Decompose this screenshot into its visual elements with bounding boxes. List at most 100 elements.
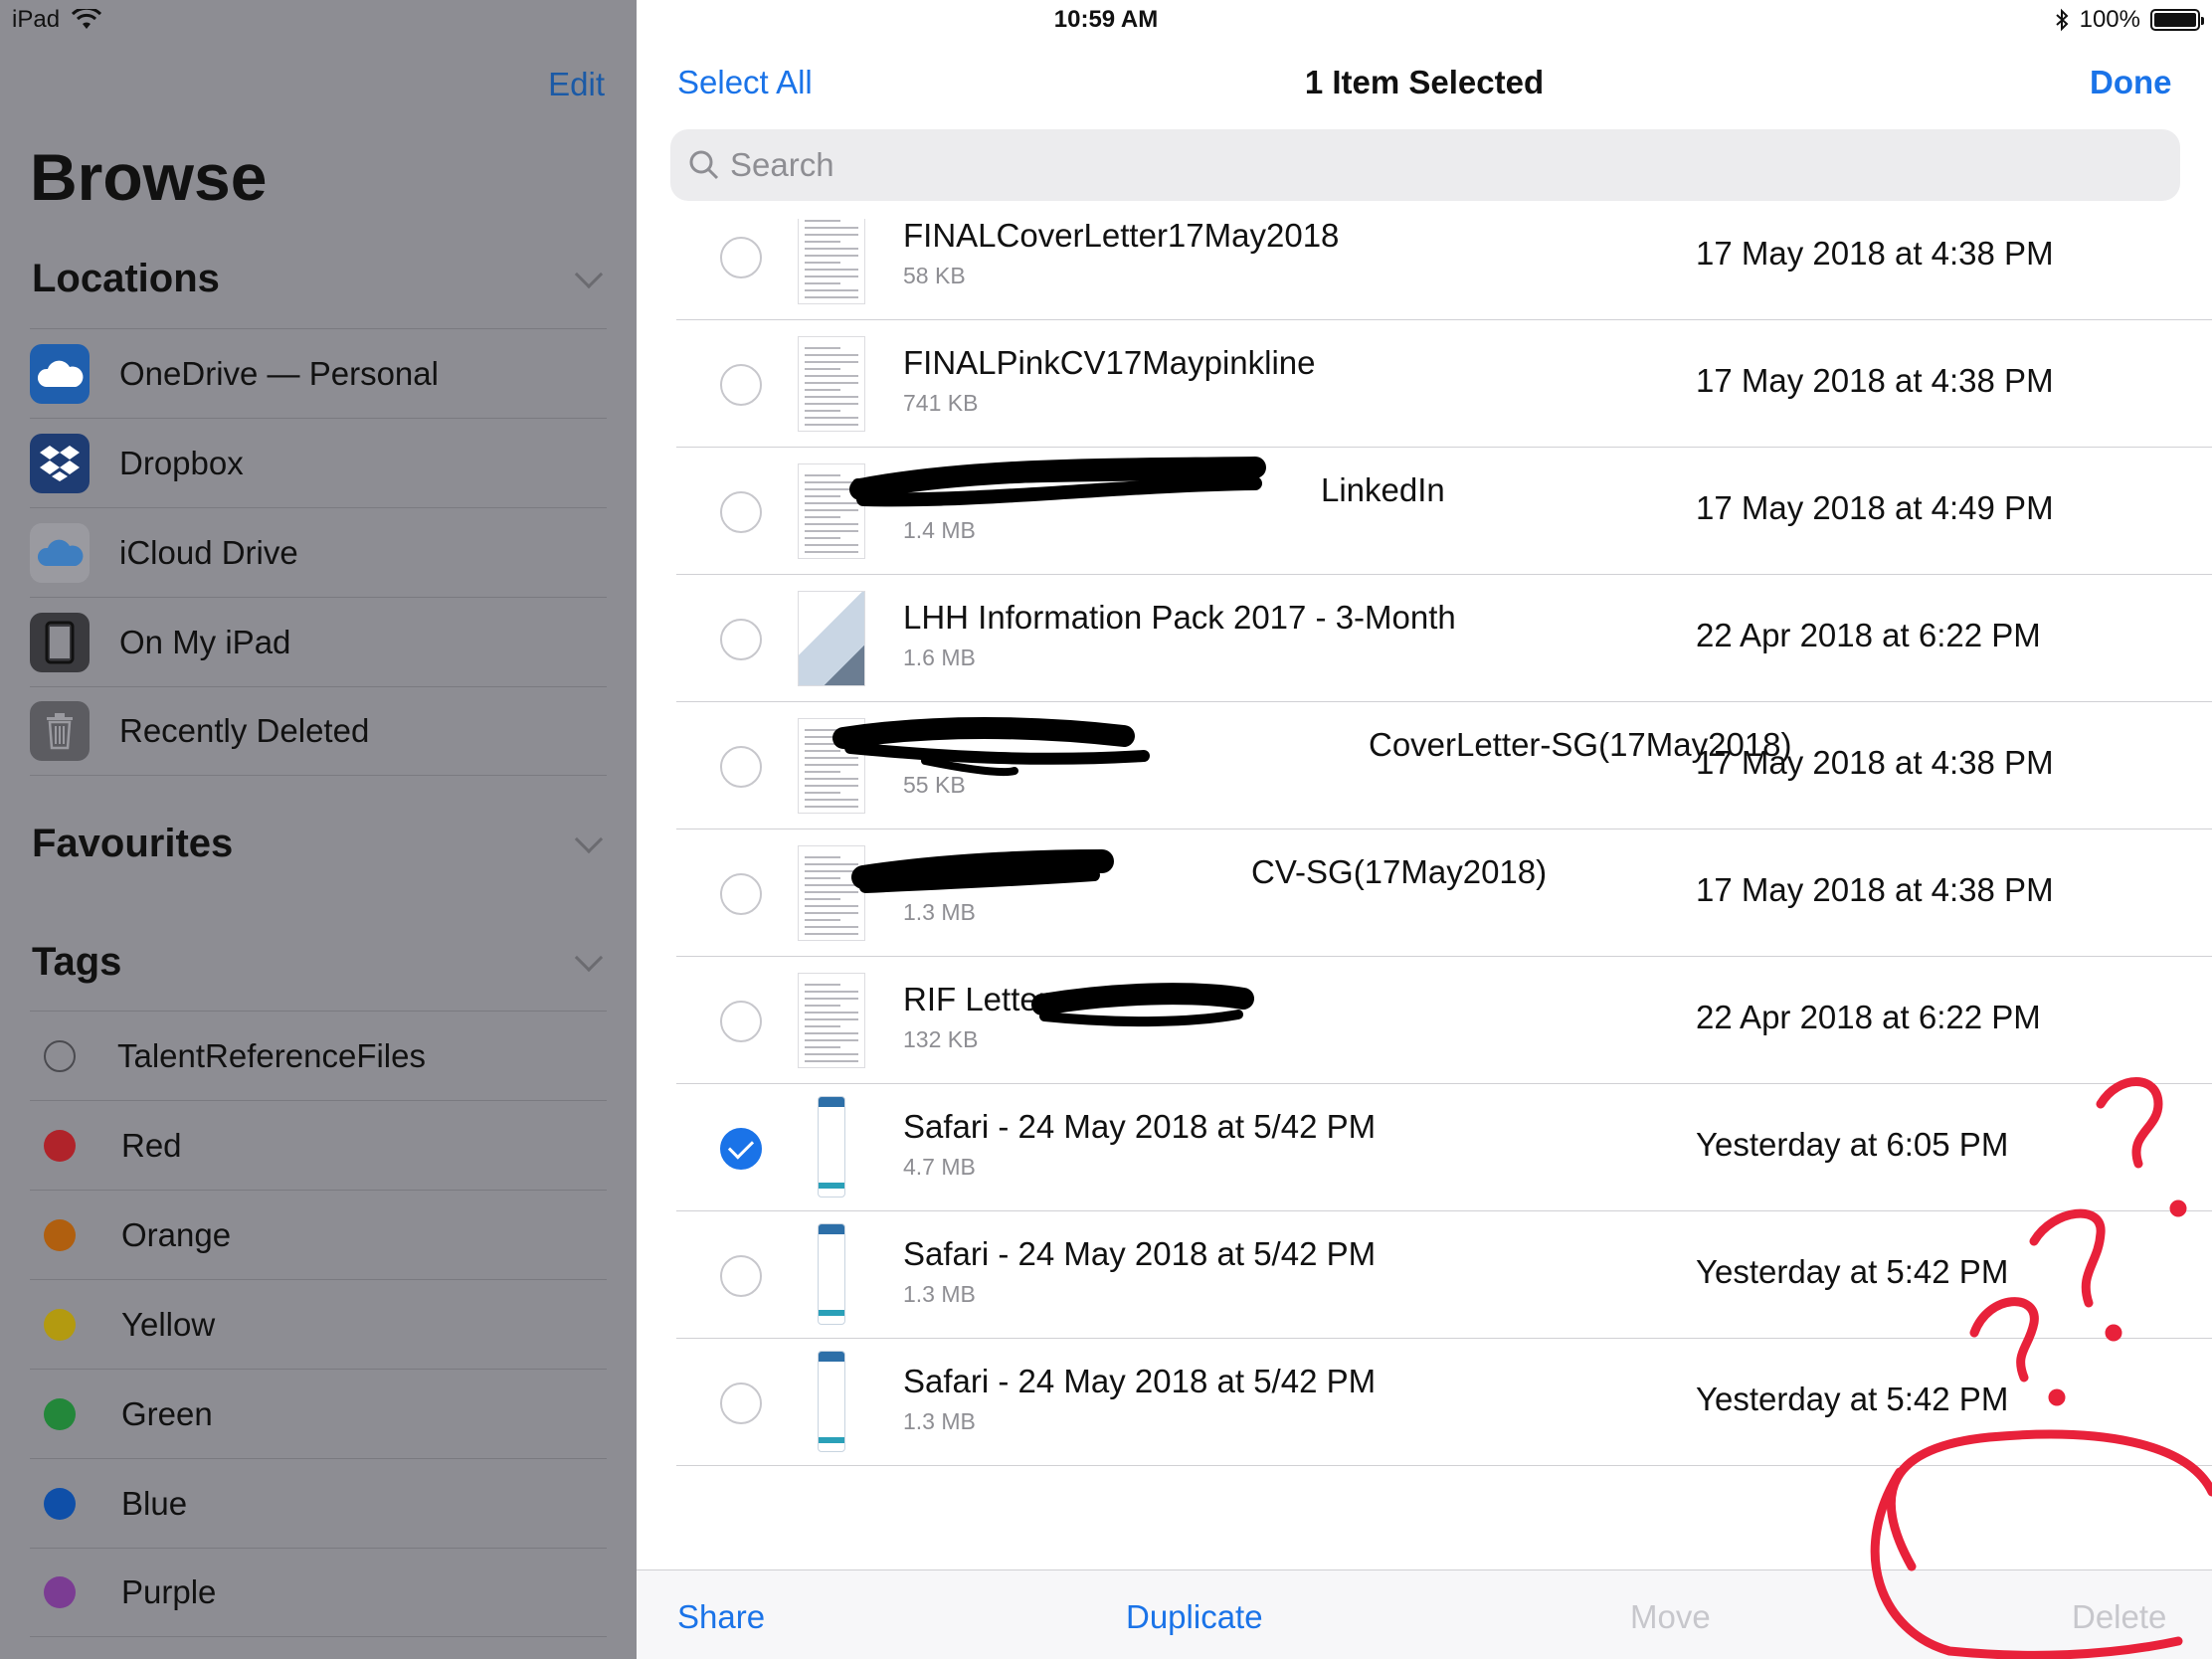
thumbnail-line	[805, 509, 858, 511]
thumbnail-line	[805, 502, 858, 504]
sidebar-tag-green[interactable]: Green	[30, 1369, 607, 1458]
file-row[interactable]: CV-SG(17May2018) 1.3 MB 17 May 2018 at 4:3…	[676, 830, 2212, 957]
duplicate-button[interactable]: Duplicate	[1126, 1598, 1263, 1636]
file-size: 1.6 MB	[903, 645, 976, 670]
thumbnail-line	[805, 410, 840, 412]
file-thumbnail-icon	[798, 219, 865, 304]
selection-circle-icon[interactable]	[720, 746, 762, 788]
file-thumbnail-icon	[798, 973, 865, 1068]
thumbnail-line	[805, 1025, 840, 1027]
thumbnail-line	[805, 361, 858, 363]
share-button[interactable]: Share	[677, 1598, 765, 1636]
sidebar-item-dropbox[interactable]: Dropbox	[30, 418, 607, 507]
thumbnail-line	[805, 736, 858, 738]
red-tag-icon	[44, 1129, 76, 1162]
sidebar-item-icloud[interactable]: iCloud Drive	[30, 507, 607, 597]
thumbnail-line	[805, 375, 858, 377]
chevron-down-icon[interactable]	[574, 943, 604, 972]
selection-circle-icon[interactable]	[720, 1255, 762, 1297]
sidebar-tag-blue[interactable]: Blue	[30, 1458, 607, 1548]
thumbnail-line	[805, 220, 840, 222]
file-name: Safari - 24 May 2018 at 5/42 PM	[903, 1108, 1377, 1145]
selection-circle-icon[interactable]	[720, 619, 762, 660]
status-bar: iPad 10:59 AM 100%	[0, 0, 2212, 40]
sidebar-item-onedrive[interactable]: OneDrive — Personal	[30, 328, 607, 418]
bluetooth-icon	[2055, 8, 2069, 32]
selection-circle-icon[interactable]	[720, 1001, 762, 1042]
thumbnail-line	[805, 778, 858, 780]
selection-checkmark-icon[interactable]	[720, 1128, 762, 1170]
favourites-header[interactable]: Favourites	[32, 822, 607, 866]
selection-circle-icon[interactable]	[720, 873, 762, 915]
file-thumbnail-icon	[798, 463, 865, 559]
thumbnail-line	[805, 544, 858, 546]
file-date: Yesterday at 6:05 PM	[1696, 1126, 2009, 1163]
locations-header[interactable]: Locations	[32, 257, 607, 301]
done-button[interactable]: Done	[2090, 64, 2172, 101]
yellow-tag-icon	[44, 1308, 76, 1341]
file-thumbnail-icon	[818, 1096, 845, 1198]
chevron-down-icon[interactable]	[574, 825, 604, 853]
sidebar-tag-purple[interactable]: Purple	[30, 1548, 607, 1637]
file-row[interactable]: FINALCoverLetter17May2018 58 KB 17 May 201…	[676, 219, 2212, 320]
file-row[interactable]: FINALPinkCV17Maypinkline 741 KB 17 May 201…	[676, 320, 2212, 448]
file-row[interactable]: Safari - 24 May 2018 at 5/42 PM 1.3 MB Yes…	[676, 1211, 2212, 1339]
file-row[interactable]: Safari - 24 May 2018 at 5/42 PM 1.3 MB Yes…	[676, 1339, 2212, 1466]
move-button[interactable]: Move	[1630, 1598, 1711, 1636]
file-row[interactable]: RIF Letter - 132 KB 22 Apr 2018 at 6:22 PM	[676, 957, 2212, 1084]
file-name: FINALCoverLetter17May2018	[903, 219, 1340, 254]
tag-label: Yellow	[121, 1305, 216, 1343]
sidebar-tag-orange[interactable]: Orange	[30, 1190, 607, 1279]
sidebar-item-recently-deleted[interactable]: Recently Deleted	[30, 686, 607, 776]
tags-header[interactable]: Tags	[32, 940, 607, 985]
thumbnail-line	[805, 474, 840, 476]
dropbox-icon	[30, 433, 90, 493]
thumbnail-line	[805, 488, 858, 490]
sidebar-tag-yellow[interactable]: Yellow	[30, 1279, 607, 1369]
trash-icon	[30, 701, 90, 761]
thumbnail-line	[805, 551, 858, 553]
selection-circle-icon[interactable]	[720, 364, 762, 406]
file-row[interactable]: LHH Information Pack 2017 - 3-Month 1.6 M…	[676, 575, 2212, 702]
file-date: 22 Apr 2018 at 6:22 PM	[1696, 999, 2041, 1035]
search-input[interactable]	[730, 146, 2122, 184]
file-size: 741 KB	[903, 390, 979, 416]
file-row[interactable]: CoverLetter-SG(17May2018) 55 KB 17 May 201…	[676, 702, 2212, 830]
thumbnail-line	[805, 905, 858, 907]
file-thumbnail-icon	[818, 1351, 845, 1452]
page-title: 1 Item Selected	[1304, 64, 1545, 100]
thumbnail-line	[805, 1046, 840, 1048]
thumbnail-line	[805, 1012, 858, 1014]
select-all-button[interactable]: Select All	[677, 64, 813, 101]
file-row[interactable]: Safari - 24 May 2018 at 5/42 PM 4.7 MB Yes…	[676, 1084, 2212, 1211]
thumbnail-line	[805, 1039, 858, 1041]
selection-circle-icon[interactable]	[720, 491, 762, 533]
edit-button[interactable]: Edit	[548, 66, 605, 103]
status-time: 10:59 AM	[1053, 6, 1159, 33]
file-thumbnail-icon	[798, 591, 865, 686]
thumbnail-line	[805, 227, 858, 229]
thumbnail-line	[805, 516, 840, 518]
file-date: Yesterday at 5:42 PM	[1696, 1253, 2009, 1290]
sidebar-tag-talentreferencefiles[interactable]: TalentReferenceFiles	[30, 1011, 607, 1100]
thumbnail-line	[805, 417, 858, 419]
file-name: CV-SG(17May2018)	[1251, 853, 1548, 890]
file-size: 1.3 MB	[903, 1408, 976, 1434]
thumbnail-line	[805, 933, 858, 935]
file-row[interactable]: LinkedIn 1.4 MB 17 May 2018 at 4:49 PM	[676, 448, 2212, 575]
tags-heading: Tags	[32, 940, 122, 984]
file-name: LHH Information Pack 2017 - 3-Month	[903, 599, 1456, 636]
sidebar-tag-red[interactable]: Red	[30, 1100, 607, 1190]
ipad-icon	[30, 612, 90, 672]
sidebar-item-on-my-ipad[interactable]: On My iPad	[30, 597, 607, 686]
status-right: 100%	[2054, 6, 2204, 34]
chevron-down-icon[interactable]	[574, 260, 604, 288]
delete-button[interactable]: Delete	[2072, 1598, 2166, 1636]
sidebar-item-label: Dropbox	[119, 444, 244, 481]
selection-circle-icon[interactable]	[720, 237, 762, 278]
selection-circle-icon[interactable]	[720, 1382, 762, 1424]
battery-icon	[2150, 9, 2204, 31]
thumbnail-line	[805, 750, 840, 752]
search-bar[interactable]	[670, 129, 2180, 201]
file-date: 17 May 2018 at 4:38 PM	[1696, 871, 2054, 908]
